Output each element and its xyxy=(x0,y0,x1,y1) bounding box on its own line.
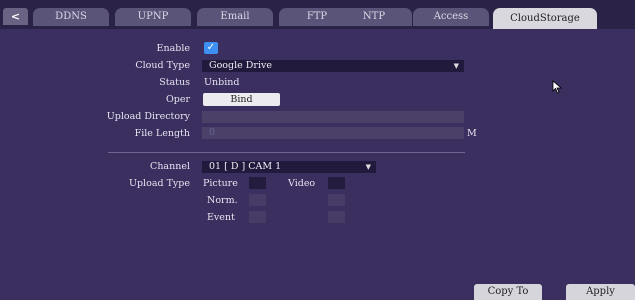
file-length-unit: M xyxy=(467,128,477,139)
video-label: Video xyxy=(288,178,316,189)
tab-ntp[interactable]: NTP xyxy=(336,8,412,26)
enable-checkbox[interactable]: ✓ xyxy=(204,42,218,54)
event-video-checkbox[interactable] xyxy=(328,211,345,223)
cloud-type-select[interactable]: Google Drive ▼ xyxy=(202,60,464,72)
tab-cloudstorage[interactable]: CloudStorage xyxy=(493,8,597,29)
upload-type-label: Upload Type xyxy=(128,178,190,189)
checkmark-icon: ✓ xyxy=(206,42,216,53)
video-checkbox[interactable] xyxy=(328,177,345,189)
status-label: Status xyxy=(159,77,190,88)
channel-value: 01 [ D ] CAM 1 xyxy=(209,161,282,172)
tab-email[interactable]: Email xyxy=(197,8,273,26)
cloud-type-label: Cloud Type xyxy=(135,60,190,71)
channel-label: Channel xyxy=(150,161,190,172)
oper-label: Oper xyxy=(165,94,190,105)
dropdown-arrow-icon: ▼ xyxy=(365,163,371,171)
dropdown-arrow-icon: ▼ xyxy=(453,62,459,70)
cloud-type-value: Google Drive xyxy=(209,60,272,71)
tab-ddns[interactable]: DDNS xyxy=(33,8,109,26)
picture-checkbox[interactable] xyxy=(249,177,266,189)
file-length-label: File Length xyxy=(134,128,190,139)
upload-directory-label: Upload Directory xyxy=(106,111,190,122)
section-divider xyxy=(108,152,465,153)
norm-picture-checkbox[interactable] xyxy=(249,194,266,206)
status-value: Unbind xyxy=(204,77,240,88)
norm-label: Norm. xyxy=(207,195,238,206)
file-length-input[interactable]: 0 xyxy=(202,127,464,139)
tab-upnp[interactable]: UPNP xyxy=(115,8,191,26)
mouse-pointer-icon xyxy=(552,80,563,97)
tab-bar: < DDNS UPNP Email FTP NTP Access CloudSt… xyxy=(0,0,635,29)
bind-button[interactable]: Bind xyxy=(203,93,280,106)
copy-to-button[interactable]: Copy To xyxy=(474,284,542,300)
norm-video-checkbox[interactable] xyxy=(328,194,345,206)
picture-label: Picture xyxy=(203,178,238,189)
chevron-left-icon: < xyxy=(10,10,21,23)
tab-access[interactable]: Access xyxy=(413,8,489,26)
event-picture-checkbox[interactable] xyxy=(249,211,266,223)
apply-button[interactable]: Apply xyxy=(566,284,635,300)
upload-directory-input[interactable] xyxy=(202,111,464,123)
back-button[interactable]: < xyxy=(3,8,28,25)
enable-label: Enable xyxy=(156,43,190,54)
channel-select[interactable]: 01 [ D ] CAM 1 ▼ xyxy=(202,161,376,173)
event-label: Event xyxy=(207,212,235,223)
